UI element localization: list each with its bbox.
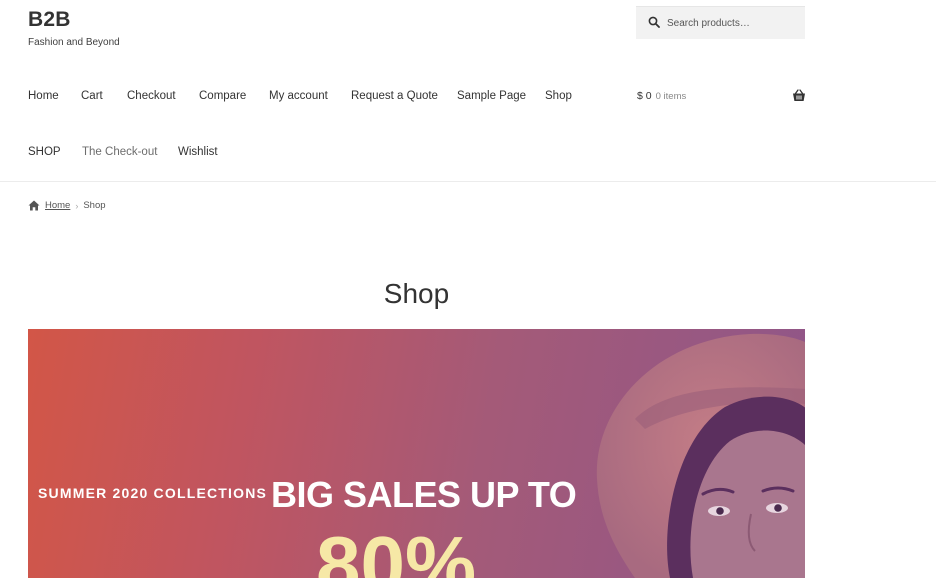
- nav-item-compare[interactable]: Compare: [199, 90, 246, 102]
- site-title[interactable]: B2B: [28, 8, 71, 32]
- nav-item-shop-upper[interactable]: SHOP: [28, 146, 61, 158]
- breadcrumb: Home › Shop: [28, 200, 106, 211]
- model-photo: [596, 333, 805, 578]
- cart-link[interactable]: $ 00 items: [637, 90, 686, 102]
- search-input[interactable]: [667, 17, 797, 29]
- site-tagline: Fashion and Beyond: [28, 37, 120, 48]
- banner-headline: BIG SALES UP TO: [271, 474, 577, 515]
- cart-amount: $ 0: [637, 90, 652, 102]
- basket-icon[interactable]: [792, 89, 806, 102]
- breadcrumb-separator-icon: ›: [75, 200, 79, 211]
- nav-item-sample-page[interactable]: Sample Page: [457, 90, 526, 102]
- nav-item-cart[interactable]: Cart: [81, 90, 103, 102]
- breadcrumb-current: Shop: [83, 200, 106, 211]
- promo-banner[interactable]: SUMMER 2020 COLLECTIONS BIG SALES UP TO …: [28, 329, 805, 578]
- nav-item-my-account[interactable]: My account: [269, 90, 328, 102]
- nav-item-checkout[interactable]: Checkout: [127, 90, 176, 102]
- search-box[interactable]: [636, 6, 805, 39]
- search-icon: [648, 16, 662, 30]
- page-title: Shop: [383, 278, 450, 309]
- home-icon: [28, 200, 40, 211]
- cart-count: 0 items: [655, 91, 687, 102]
- nav-item-wishlist[interactable]: Wishlist: [178, 146, 218, 158]
- nav-item-the-check-out[interactable]: The Check-out: [82, 146, 157, 158]
- nav-item-request-quote[interactable]: Request a Quote: [351, 90, 438, 102]
- nav-item-shop[interactable]: Shop: [545, 90, 572, 102]
- header-divider: [0, 181, 936, 182]
- banner-percent: 80%: [316, 520, 477, 578]
- breadcrumb-home-link[interactable]: Home: [45, 200, 70, 211]
- nav-item-home[interactable]: Home: [28, 90, 59, 102]
- banner-eyebrow: SUMMER 2020 COLLECTIONS: [38, 485, 268, 501]
